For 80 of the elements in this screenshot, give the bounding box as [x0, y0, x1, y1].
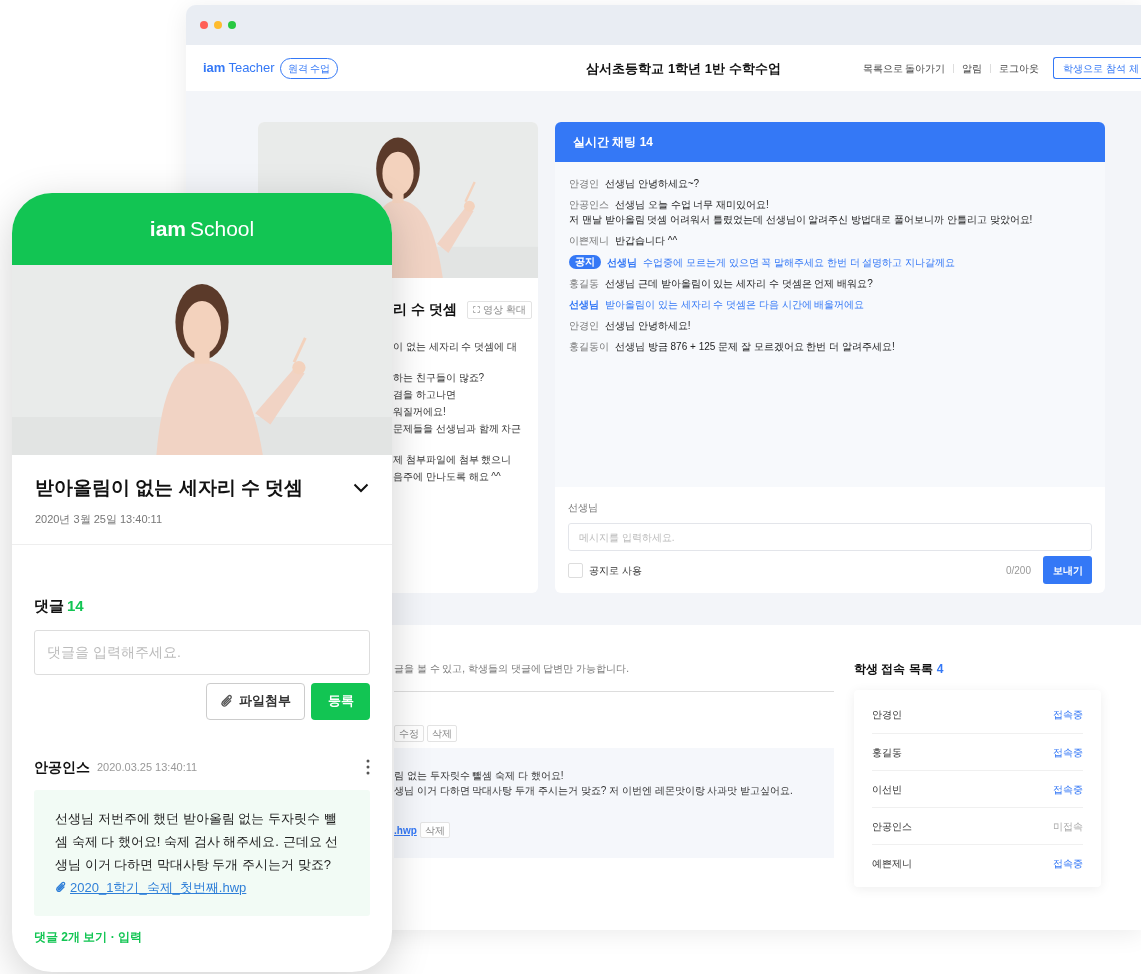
replies-link[interactable]: 댓글 2개 보기 · 입력	[34, 927, 370, 946]
message-text: 받아올림이 있는 세자리 수 덧셈은 다음 시간에 배울꺼에요	[605, 298, 865, 311]
student-name: 안공인스	[872, 819, 912, 834]
nav-link[interactable]: 로그아웃	[999, 60, 1040, 76]
comment-action-button[interactable]: 수정	[394, 725, 424, 742]
connection-status: 접속중	[1053, 856, 1083, 871]
action-button[interactable]: 학생으로 참석 체	[1053, 57, 1141, 79]
connection-status: 접속중	[1053, 782, 1083, 797]
description-line: 음주에 만나도록 해요 ^^	[393, 470, 502, 484]
connection-status: 접속중	[1053, 708, 1083, 722]
student-count: 4	[936, 661, 944, 678]
delete-button[interactable]: 삭제	[419, 822, 450, 838]
message-text: 저 맨날 받아올림 덧셈 어려워서 틀렸었는데 선생님이 알려주신 방법대로 풀어보니까 안틀리고 맞았어요!	[569, 213, 1034, 226]
sender-name: 안경인	[569, 319, 599, 332]
message-text: 선생님 안녕하세요!	[605, 319, 691, 332]
description-line: 이 없는 세자리 수 덧셈에 대	[393, 340, 518, 354]
student-name: 이선빈	[872, 782, 902, 797]
nav-link[interactable]: 목록으로 돌아가기	[862, 60, 946, 76]
connection-status: 접속중	[1053, 745, 1083, 760]
sender-name: 홍길동이	[569, 340, 609, 353]
logo: iam Teacher	[203, 59, 275, 78]
comment-field[interactable]: 댓글을 입력해주세요.	[34, 629, 370, 675]
student-name: 홍길동	[872, 745, 902, 760]
attachment-link[interactable]: .hwp	[394, 822, 417, 838]
description-line: 문제들을 선생님과 함께 차근	[393, 422, 523, 436]
send-button[interactable]: 보내기	[1043, 556, 1092, 584]
section-title: 학생 접속 목록	[854, 661, 933, 678]
description-line: 겸을 하고나면	[393, 388, 457, 402]
attach-button[interactable]: 파일첨부	[206, 682, 305, 720]
comment-count: 14	[67, 596, 84, 616]
attachment-link[interactable]: 2020_1학기_숙제_첫번째.hwp	[55, 875, 349, 899]
comment-text: 생님 이거 다하면 막대사탕 두개 주시는거 맞죠? 저 이번엔 레몬맛이랑 사과맛 받고싶어요.	[394, 784, 794, 798]
sender-name: 이쁜제니	[569, 234, 609, 247]
description-line: 하는 친구들이 많죠?	[393, 371, 486, 385]
message-field[interactable]: 메시지를 입력하세요.	[568, 523, 1092, 551]
message-text: 선생님 오늘 수업 너무 재미있어요!	[615, 198, 769, 211]
chevron-down-icon[interactable]	[353, 483, 369, 494]
message-text: 선생님 안녕하세요~?	[605, 177, 700, 190]
paperclip-icon	[220, 693, 234, 709]
message-text: 반갑습니다 ^^	[615, 234, 678, 247]
close-icon[interactable]	[200, 21, 208, 29]
submit-button[interactable]: 등록	[311, 682, 370, 720]
comment-time: 2020.03.25 13:40:11	[97, 759, 198, 775]
post-title: 받아올림이 없는 세자리 수 덧셈	[35, 476, 304, 500]
notice-text: 글을 볼 수 있고, 학생들의 댓글에 답변만 가능합니다.	[394, 662, 630, 676]
composer-label: 선생님	[568, 501, 599, 515]
comments-label: 댓글	[34, 596, 64, 616]
logo: iam School	[149, 216, 255, 243]
character-counter: 0/200	[1005, 563, 1031, 578]
message-text: 수업중에 모르는게 있으면 꼭 말해주세요 한번 더 설명하고 지나갈께요	[643, 255, 956, 269]
post-date: 2020년 3월 25일 13:40:11	[35, 511, 163, 527]
nav-link[interactable]: 알림	[962, 60, 983, 76]
notice-badge: 공지	[569, 255, 601, 269]
chat-header: 실시간 채팅 14	[555, 122, 1105, 162]
sender-name: 선생님	[569, 298, 599, 311]
fullscreen-icon	[473, 306, 481, 313]
checkbox-label: 공지로 사용	[589, 563, 642, 578]
sender-name: 선생님	[607, 255, 637, 269]
more-icon[interactable]	[366, 759, 370, 775]
message-text: 선생님 방금 876 + 125 문제 잘 모르겠어요 한번 더 알려주세요!	[615, 340, 895, 353]
sender-name: 안경인	[569, 177, 599, 190]
student-name: 안경인	[872, 708, 902, 722]
message-text: 선생님 근데 받아올림이 있는 세자리 수 덧셈은 언제 배워요?	[605, 277, 873, 290]
checkbox[interactable]	[568, 562, 583, 578]
student-name: 예쁜제니	[872, 856, 912, 871]
video-title: 리 수 덧셈	[393, 300, 457, 319]
paperclip-icon	[55, 880, 67, 894]
comment-action-button[interactable]: 삭제	[427, 725, 457, 742]
comment-text: 선생님 저번주에 했던 받아올림 없는 두자릿수 뺄셈 숙제 다 했어요! 숙제 검사 해주세요. 근데요 선생님 이거 다하면 막대사탕 두개 주시는거 맞죠?	[55, 809, 340, 874]
expand-button[interactable]: 영상 확대	[467, 300, 532, 319]
minimize-icon[interactable]	[214, 21, 222, 29]
page-title: 삼서초등학교 1학년 1반 수학수업	[586, 60, 781, 78]
maximize-icon[interactable]	[228, 21, 236, 29]
comment-text: 림 없는 두자릿수 뺄셈 숙제 다 했어요!	[394, 769, 565, 783]
description-line: 제 첨부파일에 첨부 했으니	[393, 453, 513, 467]
description-line: 워질꺼에요!	[393, 405, 447, 419]
sender-name: 홍길동	[569, 277, 599, 290]
comment-author: 안공인스	[34, 757, 90, 777]
sender-name: 안공인스	[569, 198, 609, 211]
connection-status: 미접속	[1053, 819, 1083, 834]
